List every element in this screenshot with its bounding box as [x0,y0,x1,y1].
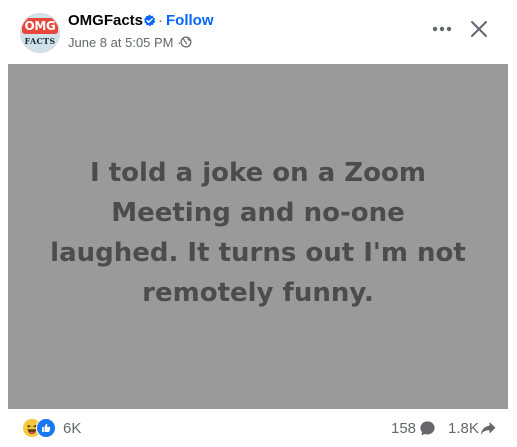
page-avatar[interactable]: OMG FACTS [20,13,60,53]
post-image-text: I told a joke on a Zoom Meeting and no-o… [50,157,466,308]
close-icon [471,21,487,37]
follow-separator: · [158,12,163,29]
post-timestamp[interactable]: June 8 at 5:05 PM · [68,35,181,50]
post-footer: 6K 158 1.8K [0,410,517,447]
verified-badge-icon [144,14,156,27]
post-image[interactable]: I told a joke on a Zoom Meeting and no-o… [8,64,508,409]
share-count[interactable]: 1.8K [448,420,479,437]
more-horizontal-icon [432,26,452,32]
share-icon[interactable] [480,421,496,436]
avatar-logo-bottom: FACTS [24,36,56,46]
like-reaction-icon [36,418,56,438]
globe-icon[interactable] [180,36,192,48]
post-header: OMG FACTS OMGFacts · Follow June 8 at 5:… [0,0,517,64]
page-name-link[interactable]: OMGFacts [68,12,143,29]
follow-button[interactable]: Follow [166,12,214,29]
comment-count[interactable]: 158 [391,420,416,437]
avatar-logo-top: OMG [22,18,58,34]
reaction-count[interactable]: 6K [63,420,81,437]
comment-icon[interactable] [419,420,436,437]
more-options-button[interactable] [425,14,459,44]
close-button[interactable] [462,12,496,46]
